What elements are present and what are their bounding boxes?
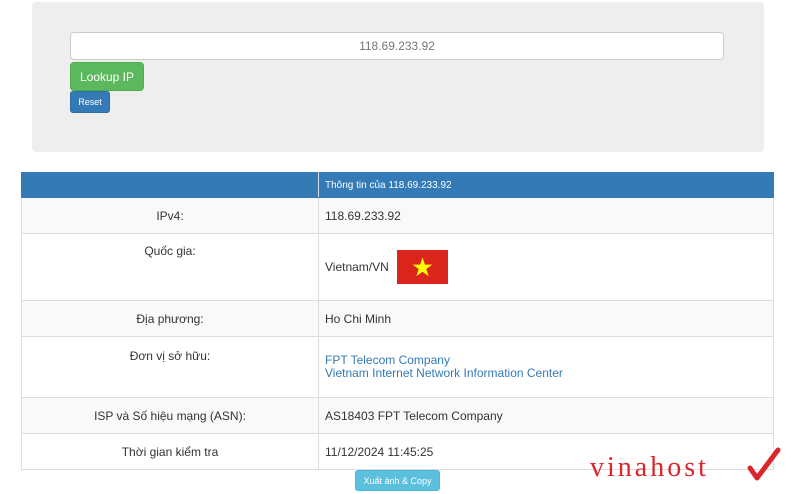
table-row-country: Quốc gia: Vietnam/VN [21,233,774,301]
ip-input[interactable] [70,32,724,60]
export-copy-button[interactable]: Xuất ảnh & Copy [355,470,440,491]
row-value-locality: Ho Chi Minh [318,300,774,337]
table-row-ipv4: IPv4: 118.69.233.92 [21,197,774,234]
row-label-owner: Đơn vị sở hữu: [21,336,319,398]
row-label-check-time: Thời gian kiểm tra [21,433,319,470]
table-row-locality: Địa phương: Ho Chi Minh [21,300,774,337]
table-row-isp: ISP và Số hiệu mạng (ASN): AS18403 FPT T… [21,397,774,434]
reset-button[interactable]: Reset [70,91,110,113]
row-value-isp: AS18403 FPT Telecom Company [318,397,774,434]
vinahost-logo-text: vinahost [590,452,709,483]
search-panel: Lookup IP Reset [32,2,764,152]
vinahost-logo: vinahost [590,447,781,483]
row-label-ipv4: IPv4: [21,197,319,234]
table-header-row: Thông tin của 118.69.233.92 [21,172,774,198]
row-label-country: Quốc gia: [21,233,319,301]
vietnam-flag-icon [396,250,448,284]
owner-link-vnnic[interactable]: Vietnam Internet Network Information Cen… [325,367,767,380]
table-header-title: Thông tin của 118.69.233.92 [318,172,774,198]
row-value-country: Vietnam/VN [325,260,389,274]
ip-info-table: Thông tin của 118.69.233.92 IPv4: 118.69… [21,172,774,470]
table-row-owner: Đơn vị sở hữu: FPT Telecom Company Vietn… [21,336,774,398]
lookup-ip-button[interactable]: Lookup IP [70,62,144,91]
row-value-country-cell: Vietnam/VN [318,233,774,301]
row-label-isp: ISP và Số hiệu mạng (ASN): [21,397,319,434]
row-label-locality: Địa phương: [21,300,319,337]
table-header-left [21,172,319,198]
row-value-owner-cell: FPT Telecom Company Vietnam Internet Net… [318,336,774,398]
checkmark-icon [747,447,781,481]
row-value-ipv4: 118.69.233.92 [318,197,774,234]
